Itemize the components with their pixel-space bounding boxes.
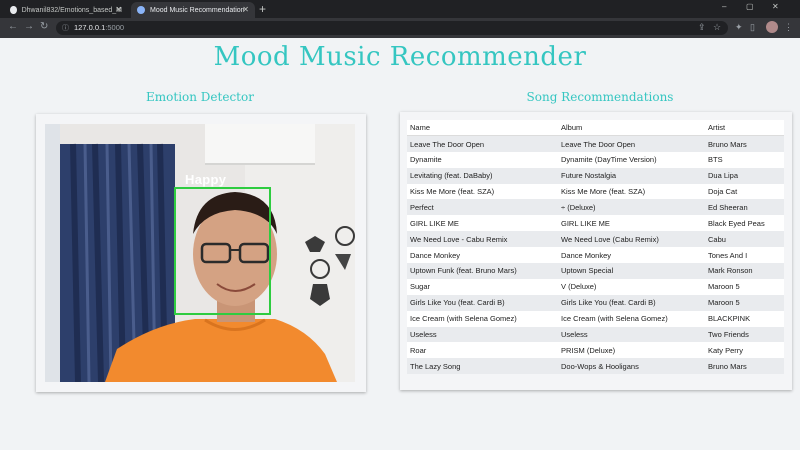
reload-icon[interactable]: ↻	[40, 21, 48, 32]
cell-artist: Ed Sheeran	[705, 199, 784, 216]
cell-album: Future Nostalgia	[558, 167, 705, 184]
table-row: Sugar V (Deluxe) Maroon 5	[407, 278, 784, 295]
cell-artist: Maroon 5	[705, 278, 784, 295]
new-tab-button[interactable]: +	[259, 2, 266, 16]
cell-album: Ice Cream (with Selena Gomez)	[558, 310, 705, 327]
cell-artist: BLACKPINK	[705, 310, 784, 327]
url-text: 127.0.0.1:5000	[74, 23, 125, 32]
table-row: Roar PRISM (Deluxe) Katy Perry	[407, 342, 784, 359]
address-bar[interactable]: ⓘ 127.0.0.1:5000 ⇪ ☆	[56, 21, 728, 35]
cell-name: GIRL LIKE ME	[407, 215, 558, 232]
cell-album: ÷ (Deluxe)	[558, 199, 705, 216]
table-row: Girls Like You (feat. Cardi B) Girls Like…	[407, 294, 784, 311]
header-name: Name	[407, 120, 558, 137]
cell-artist: Bruno Mars	[705, 358, 784, 375]
close-window-button[interactable]: ✕	[772, 2, 779, 11]
cell-name: Dynamite	[407, 151, 558, 168]
cell-name: Ice Cream (with Selena Gomez)	[407, 310, 558, 327]
cell-name: Kiss Me More (feat. SZA)	[407, 183, 558, 200]
cell-name: Useless	[407, 326, 558, 343]
browser-tab-strip: Dhwanil832/Emotions_based_M ✕ Mood Music…	[0, 0, 800, 18]
cell-album: V (Deluxe)	[558, 278, 705, 295]
tab-mood-music[interactable]: Mood Music Recommendation ✕	[131, 2, 255, 18]
table-row: Useless Useless Two Friends	[407, 326, 784, 343]
table-row: Ice Cream (with Selena Gomez) Ice Cream (…	[407, 310, 784, 327]
lock-icon[interactable]: ⓘ	[62, 23, 69, 33]
cell-artist: Dua Lipa	[705, 167, 784, 184]
cell-name: Roar	[407, 342, 558, 359]
cell-album: GIRL LIKE ME	[558, 215, 705, 232]
tab-label: Mood Music Recommendation	[150, 6, 245, 14]
emotion-label: Happy	[185, 172, 227, 187]
cell-artist: Two Friends	[705, 326, 784, 343]
page-title: Mood Music Recommender	[213, 42, 587, 72]
table-row: GIRL LIKE ME GIRL LIKE ME Black Eyed Peas	[407, 215, 784, 232]
cell-album: We Need Love (Cabu Remix)	[558, 231, 705, 248]
globe-favicon-icon	[137, 6, 145, 14]
cell-name: Girls Like You (feat. Cardi B)	[407, 294, 558, 311]
browser-toolbar: ← → ↻ ⓘ 127.0.0.1:5000 ⇪ ☆ ✦ ▯ ⋮	[0, 18, 800, 38]
cell-album: Dance Monkey	[558, 247, 705, 264]
table-body: Leave The Door Open Leave The Door Open Br…	[407, 135, 784, 375]
cell-artist: Doja Cat	[705, 183, 784, 200]
cell-artist: Katy Perry	[705, 342, 784, 359]
cell-artist: Maroon 5	[705, 294, 784, 311]
cell-album: Doo-Wops & Hooligans	[558, 358, 705, 375]
cell-name: Leave The Door Open	[407, 135, 558, 152]
tab-close-icon[interactable]: ✕	[242, 5, 249, 14]
star-icon[interactable]: ☆	[713, 22, 721, 33]
cell-album: Girls Like You (feat. Cardi B)	[558, 294, 705, 311]
cell-name: We Need Love - Cabu Remix	[407, 231, 558, 248]
cell-name: Levitating (feat. DaBaby)	[407, 167, 558, 184]
cell-album: Dynamite (DayTime Version)	[558, 151, 705, 168]
tab-label: Dhwanil832/Emotions_based_M	[21, 6, 122, 14]
maximize-button[interactable]: ▢	[746, 2, 754, 11]
cell-artist: Mark Ronson	[705, 263, 784, 279]
cell-artist: Cabu	[705, 231, 784, 248]
header-album: Album	[558, 120, 705, 137]
cell-album: Useless	[558, 326, 705, 343]
table-row: Perfect ÷ (Deluxe) Ed Sheeran	[407, 199, 784, 216]
cell-album: Leave The Door Open	[558, 135, 705, 152]
share-icon[interactable]: ⇪	[698, 22, 706, 33]
cell-artist: Black Eyed Peas	[705, 215, 784, 232]
recommendations-table: Name Album Artist Leave The Door Open Lea…	[407, 120, 784, 375]
cell-artist: BTS	[705, 151, 784, 168]
cell-name: The Lazy Song	[407, 358, 558, 375]
cell-name: Perfect	[407, 199, 558, 216]
tab-close-icon[interactable]: ✕	[115, 5, 122, 14]
table-row: Uptown Funk (feat. Bruno Mars) Uptown Spe…	[407, 263, 784, 279]
cell-artist: Tones And I	[705, 247, 784, 264]
tab-github[interactable]: Dhwanil832/Emotions_based_M ✕	[4, 2, 128, 18]
table-row: Leave The Door Open Leave The Door Open Br…	[407, 135, 784, 152]
cell-name: Uptown Funk (feat. Bruno Mars)	[407, 263, 558, 279]
cell-artist: Bruno Mars	[705, 135, 784, 152]
sidepanel-icon[interactable]: ▯	[750, 22, 755, 33]
cell-name: Sugar	[407, 278, 558, 295]
menu-icon[interactable]: ⋮	[784, 22, 793, 33]
cell-album: Uptown Special	[558, 263, 705, 279]
webcam-feed: Happy	[45, 124, 355, 382]
forward-icon[interactable]: →	[24, 21, 34, 32]
profile-avatar[interactable]	[766, 21, 778, 33]
table-row: Dynamite Dynamite (DayTime Version) BTS	[407, 151, 784, 168]
header-artist: Artist	[705, 120, 784, 137]
emotion-detector-title: Emotion Detector	[146, 90, 254, 104]
back-icon[interactable]: ←	[8, 21, 18, 32]
table-row: Levitating (feat. DaBaby) Future Nostalgi…	[407, 167, 784, 184]
table-row: The Lazy Song Doo-Wops & Hooligans Bruno M…	[407, 358, 784, 375]
minimize-button[interactable]: –	[722, 2, 726, 11]
table-row: Kiss Me More (feat. SZA) Kiss Me More (fe…	[407, 183, 784, 200]
cell-album: PRISM (Deluxe)	[558, 342, 705, 359]
cell-name: Dance Monkey	[407, 247, 558, 264]
table-row: We Need Love - Cabu Remix We Need Love (C…	[407, 231, 784, 248]
table-row: Dance Monkey Dance Monkey Tones And I	[407, 247, 784, 264]
song-recommendations-title: Song Recommendations	[526, 90, 674, 104]
cell-album: Kiss Me More (feat. SZA)	[558, 183, 705, 200]
extensions-icon[interactable]: ✦	[735, 22, 743, 33]
table-header-row: Name Album Artist	[407, 120, 784, 137]
github-favicon-icon	[10, 6, 17, 14]
webcam-scene	[45, 124, 355, 382]
